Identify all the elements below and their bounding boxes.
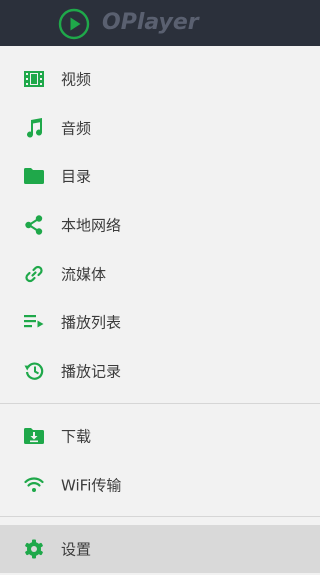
menu-item-local-network[interactable]: 本地网络 bbox=[0, 201, 320, 250]
menu-item-label: 目录 bbox=[61, 167, 92, 186]
video-icon bbox=[24, 69, 44, 89]
app-logo-text: OPlayer bbox=[102, 10, 199, 35]
menu-divider bbox=[0, 516, 320, 517]
drawer-menu: 视频 音频 目录 本地网络 流媒体 播放列表 播放记录 bbox=[0, 55, 320, 395]
menu-item-settings[interactable]: 设置 bbox=[0, 525, 320, 573]
play-logo-icon bbox=[58, 8, 90, 40]
menu-item-label: 播放列表 bbox=[61, 313, 122, 332]
menu-item-label: 流媒体 bbox=[61, 265, 107, 284]
menu-item-playlist[interactable]: 播放列表 bbox=[0, 298, 320, 347]
menu-item-label: 音频 bbox=[61, 119, 92, 138]
drawer-header: OPlayer bbox=[0, 0, 320, 46]
menu-item-label: 下载 bbox=[61, 427, 92, 446]
download-icon bbox=[24, 426, 44, 446]
menu-item-label: WiFi传输 bbox=[61, 476, 122, 495]
app-drawer: OPlayer 视频 音频 目录 本地网络 流媒体 播放列表 播放记录 下载 W… bbox=[0, 0, 320, 575]
menu-divider bbox=[0, 403, 320, 404]
menu-item-audio[interactable]: 音频 bbox=[0, 104, 320, 153]
menu-item-download[interactable]: 下载 bbox=[0, 412, 320, 461]
history-icon bbox=[24, 361, 44, 381]
menu-item-label: 视频 bbox=[61, 70, 92, 89]
menu-item-streaming[interactable]: 流媒体 bbox=[0, 249, 320, 298]
menu-item-label: 本地网络 bbox=[61, 216, 122, 235]
link-icon bbox=[24, 264, 44, 284]
menu-item-wifi-transfer[interactable]: WiFi传输 bbox=[0, 461, 320, 510]
menu-item-label: 设置 bbox=[61, 540, 92, 559]
share-icon bbox=[24, 215, 44, 235]
menu-item-label: 播放记录 bbox=[61, 362, 122, 381]
folder-icon bbox=[24, 166, 44, 186]
menu-item-history[interactable]: 播放记录 bbox=[0, 347, 320, 396]
playlist-icon bbox=[24, 312, 44, 332]
menu-item-video[interactable]: 视频 bbox=[0, 55, 320, 104]
music-note-icon bbox=[24, 117, 44, 138]
gear-icon bbox=[24, 539, 44, 559]
wifi-icon bbox=[24, 475, 44, 495]
drawer-menu-secondary: 下载 WiFi传输 bbox=[0, 412, 320, 509]
menu-item-directory[interactable]: 目录 bbox=[0, 152, 320, 201]
